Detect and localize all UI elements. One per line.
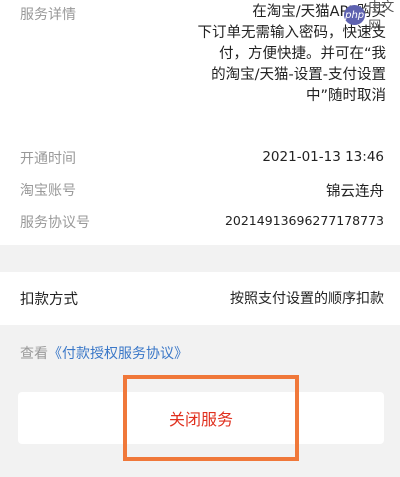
- agreement-number-label: 服务协议号: [20, 215, 90, 231]
- service-details-line: 付，方便快捷。并可在“我: [218, 46, 386, 62]
- payment-method-value: 按照支付设置的顺序扣款: [230, 291, 384, 307]
- open-time-value: 2021-01-13 13:46: [262, 149, 384, 165]
- service-details-line: 的淘宝/天猫-设置-支付设置: [211, 67, 386, 83]
- view-agreement-row: 查看《付款授权服务协议》: [20, 343, 188, 363]
- agreement-link[interactable]: 《付款授权服务协议》: [48, 346, 188, 362]
- service-info-card: 服务详情 在淘宝/天猫APP购买 下订单无需输入密码，快速支 付，方便快捷。并可…: [0, 0, 400, 245]
- open-time-label: 开通时间: [20, 151, 76, 167]
- php-badge: php: [344, 5, 366, 25]
- agreement-number-value: 20214913696277178773: [224, 213, 384, 228]
- view-agreement-prefix: 查看: [20, 346, 48, 362]
- account-value: 锦云连舟: [326, 184, 384, 200]
- payment-method-row: 扣款方式 按照支付设置的顺序扣款: [0, 272, 400, 325]
- service-details-line: 中”随时取消: [305, 88, 386, 104]
- account-label: 淘宝账号: [20, 183, 76, 199]
- watermark-text: 中文网: [368, 0, 395, 34]
- service-details-label: 服务详情: [20, 7, 76, 23]
- php-watermark-logo: php 中文网: [344, 0, 396, 34]
- payment-method-label: 扣款方式: [20, 292, 78, 308]
- highlight-box: [123, 375, 299, 461]
